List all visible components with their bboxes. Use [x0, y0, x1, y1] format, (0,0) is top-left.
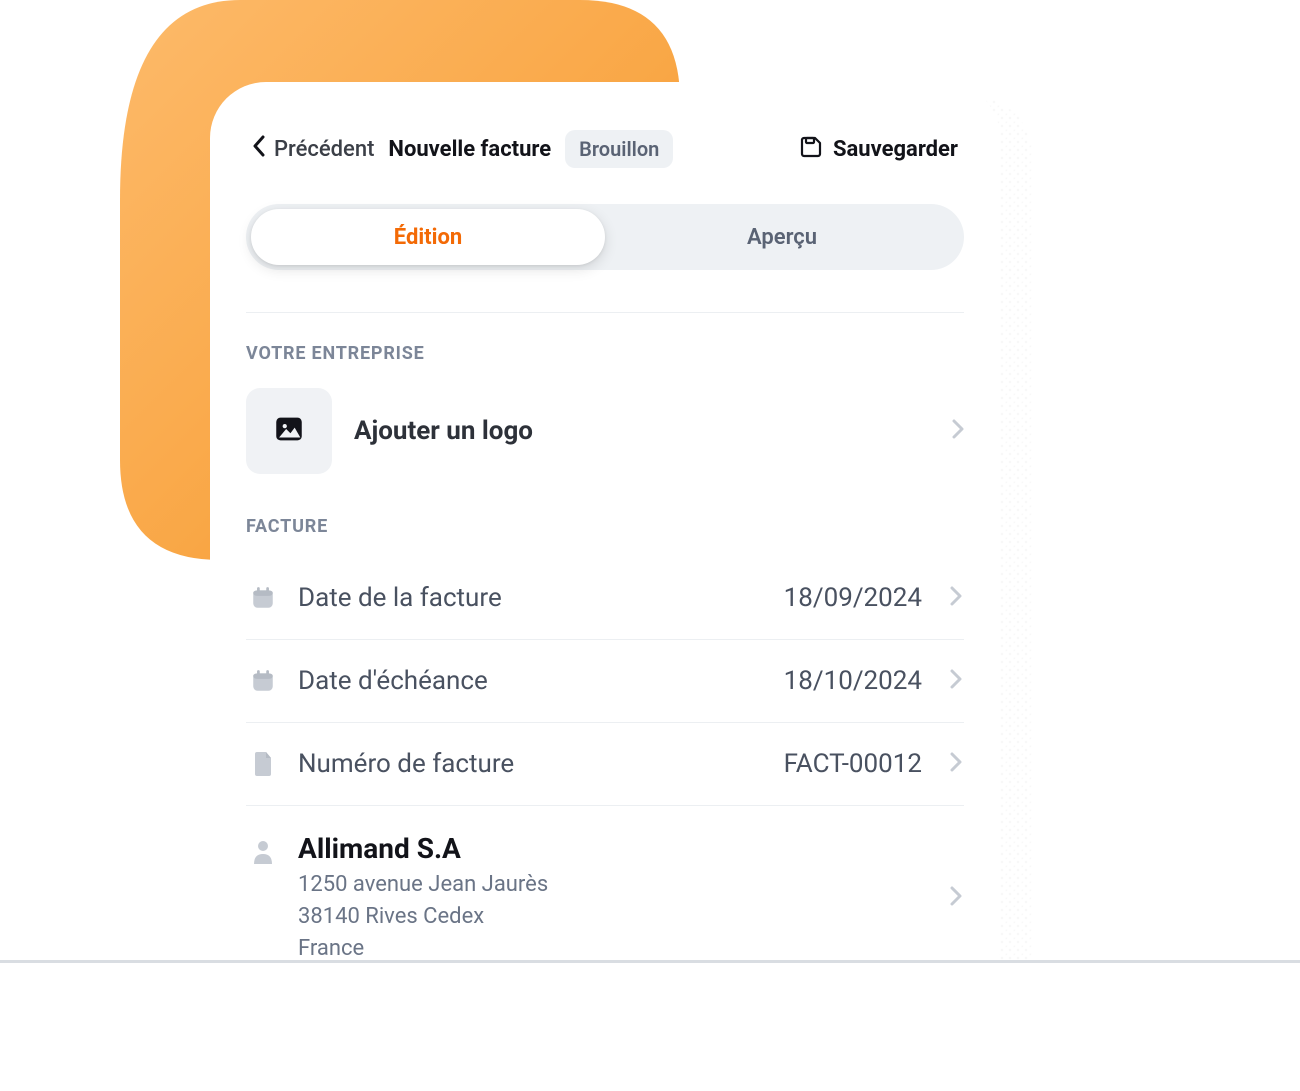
header: Précédent Nouvelle facture Brouillon Sau…: [246, 130, 964, 168]
calendar-icon: [248, 585, 278, 611]
section-invoice-heading: FACTURE: [246, 516, 964, 537]
document-icon: [248, 750, 278, 778]
client-info: Allimand S.A 1250 avenue Jean Jaurès 381…: [298, 832, 930, 965]
footer-fill: [0, 963, 1300, 1091]
client-name: Allimand S.A: [298, 832, 930, 865]
calendar-icon: [248, 668, 278, 694]
tab-edit-label: Édition: [394, 225, 462, 250]
invoice-number-label: Numéro de facture: [298, 749, 764, 779]
chevron-left-icon: [252, 135, 266, 163]
back-button[interactable]: Précédent: [252, 135, 374, 163]
due-date-value: 18/10/2024: [784, 666, 922, 696]
logo-placeholder: [246, 388, 332, 474]
tab-edit[interactable]: Édition: [251, 209, 605, 265]
chevron-right-icon: [950, 586, 962, 610]
page-title: Nouvelle facture: [388, 137, 551, 162]
chevron-right-icon: [950, 669, 962, 693]
status-badge: Brouillon: [565, 130, 673, 168]
due-date-label: Date d'échéance: [298, 666, 764, 696]
invoice-date-label: Date de la facture: [298, 583, 764, 613]
tab-preview-label: Aperçu: [747, 225, 817, 250]
section-company-heading: VOTRE ENTREPRISE: [246, 312, 964, 364]
chevron-right-icon: [950, 886, 962, 910]
add-logo-label: Ajouter un logo: [354, 416, 930, 446]
invoice-number-value: FACT-00012: [784, 749, 922, 779]
save-label: Sauvegarder: [833, 137, 958, 162]
client-address-2: 38140 Rives Cedex: [298, 901, 930, 933]
back-label: Précédent: [274, 137, 374, 162]
invoice-fields: Date de la facture 18/09/2024 Date d'éch…: [246, 557, 964, 1005]
save-icon: [799, 135, 823, 163]
add-logo-row[interactable]: Ajouter un logo: [246, 388, 964, 474]
tab-preview[interactable]: Aperçu: [605, 209, 959, 265]
due-date-row[interactable]: Date d'échéance 18/10/2024: [246, 640, 964, 723]
person-icon: [248, 838, 278, 866]
invoice-number-row[interactable]: Numéro de facture FACT-00012: [246, 723, 964, 806]
chevron-right-icon: [952, 419, 964, 443]
invoice-date-value: 18/09/2024: [784, 583, 922, 613]
invoice-date-row[interactable]: Date de la facture 18/09/2024: [246, 557, 964, 640]
save-button[interactable]: Sauvegarder: [799, 135, 958, 163]
image-icon: [272, 412, 306, 450]
invoice-editor-card: Précédent Nouvelle facture Brouillon Sau…: [210, 82, 1000, 1002]
chevron-right-icon: [950, 752, 962, 776]
tabs: Édition Aperçu: [246, 204, 964, 270]
client-address-1: 1250 avenue Jean Jaurès: [298, 869, 930, 901]
